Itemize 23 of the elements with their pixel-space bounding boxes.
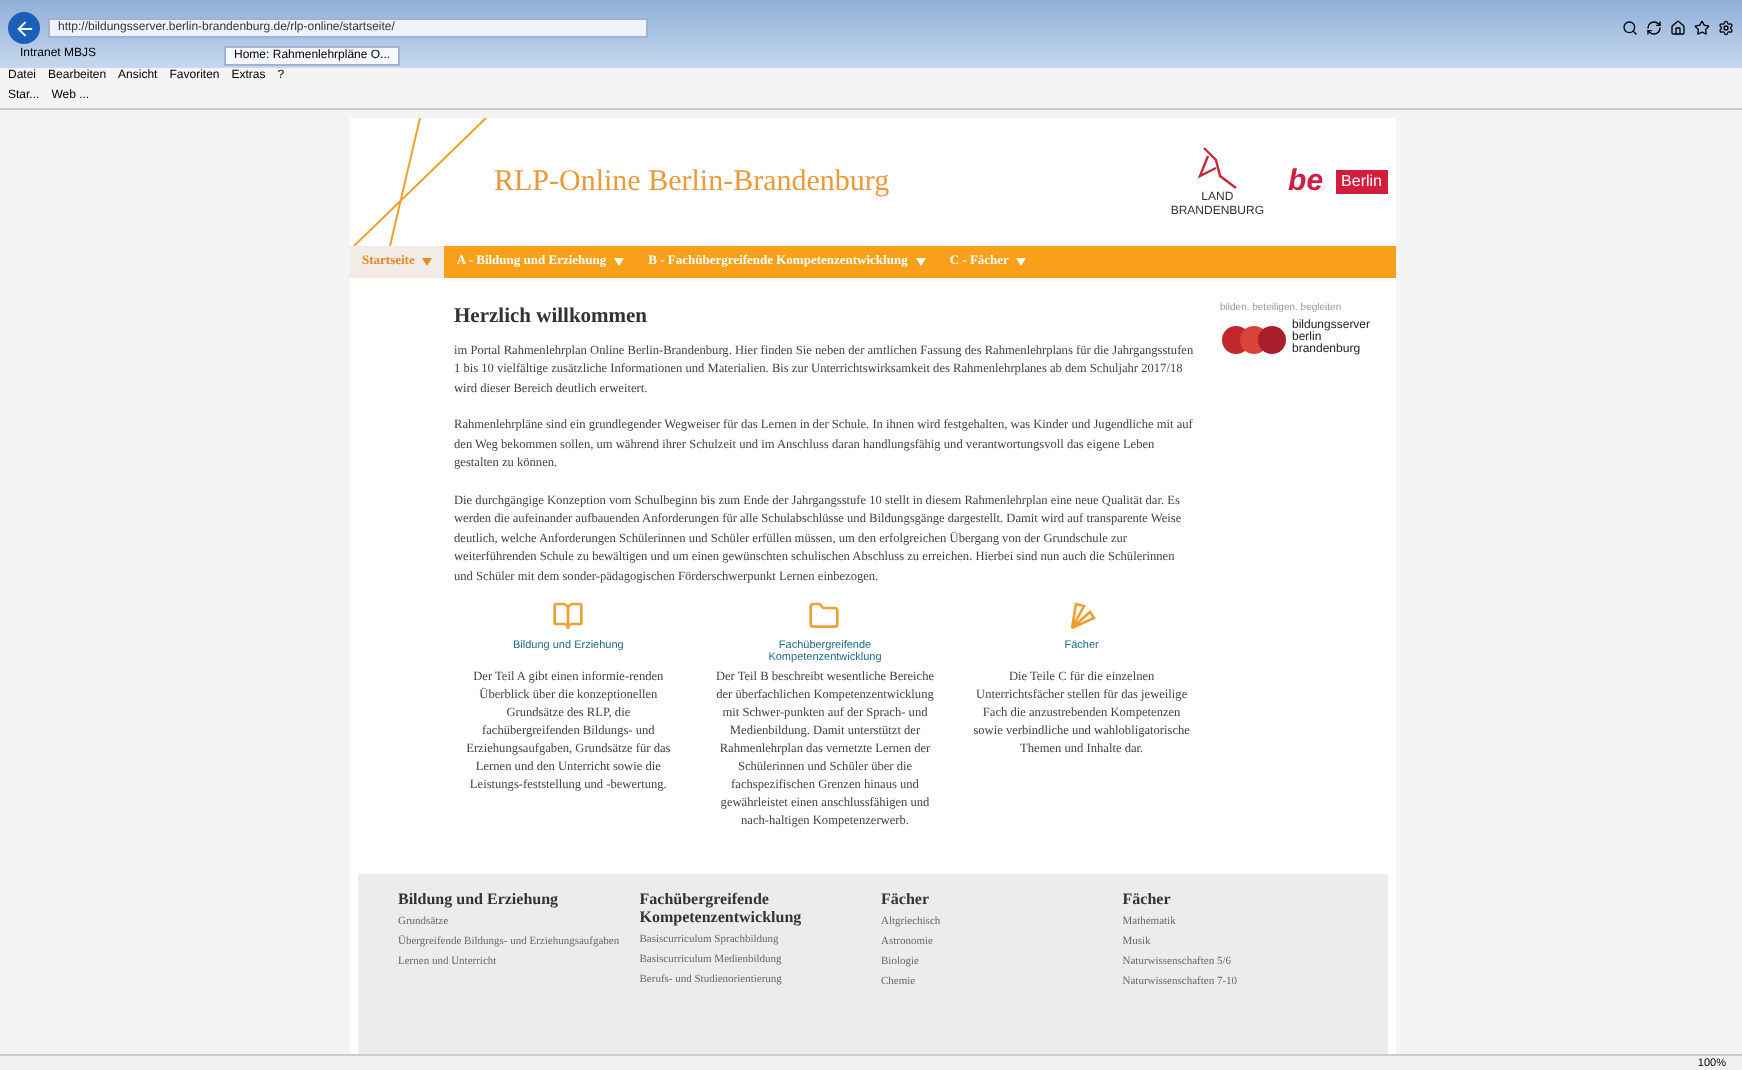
settings-icon[interactable] [1718,20,1734,36]
book-icon [552,600,585,633]
site-title: RLP-Online Berlin-Brandenburg [494,163,890,202]
caret-icon [422,258,433,266]
line-drawing [350,118,490,246]
welcome-heading: Herzlich willkommen [454,304,650,332]
caret-icon [1016,258,1027,266]
refresh-icon[interactable] [1646,20,1662,36]
home-icon[interactable] [1670,20,1686,36]
fan-icon [1065,600,1098,633]
footer-heading: Fächer [881,890,931,908]
logo-text: be [1288,161,1324,202]
logo-text: Berlin [1335,170,1388,194]
caret-icon [614,258,625,266]
footer-heading: Fachübergreifende Kompetenzentwicklung [639,890,804,926]
search-icon[interactable] [1622,20,1638,36]
back-arrow-icon [13,17,35,39]
footer-heading: Bildung und Erziehung [398,890,561,908]
star-icon[interactable] [1694,20,1710,36]
caret-icon [915,258,926,266]
footer-heading: Fächer [1122,890,1173,908]
folder-icon [808,600,841,633]
back-button[interactable] [8,12,40,44]
